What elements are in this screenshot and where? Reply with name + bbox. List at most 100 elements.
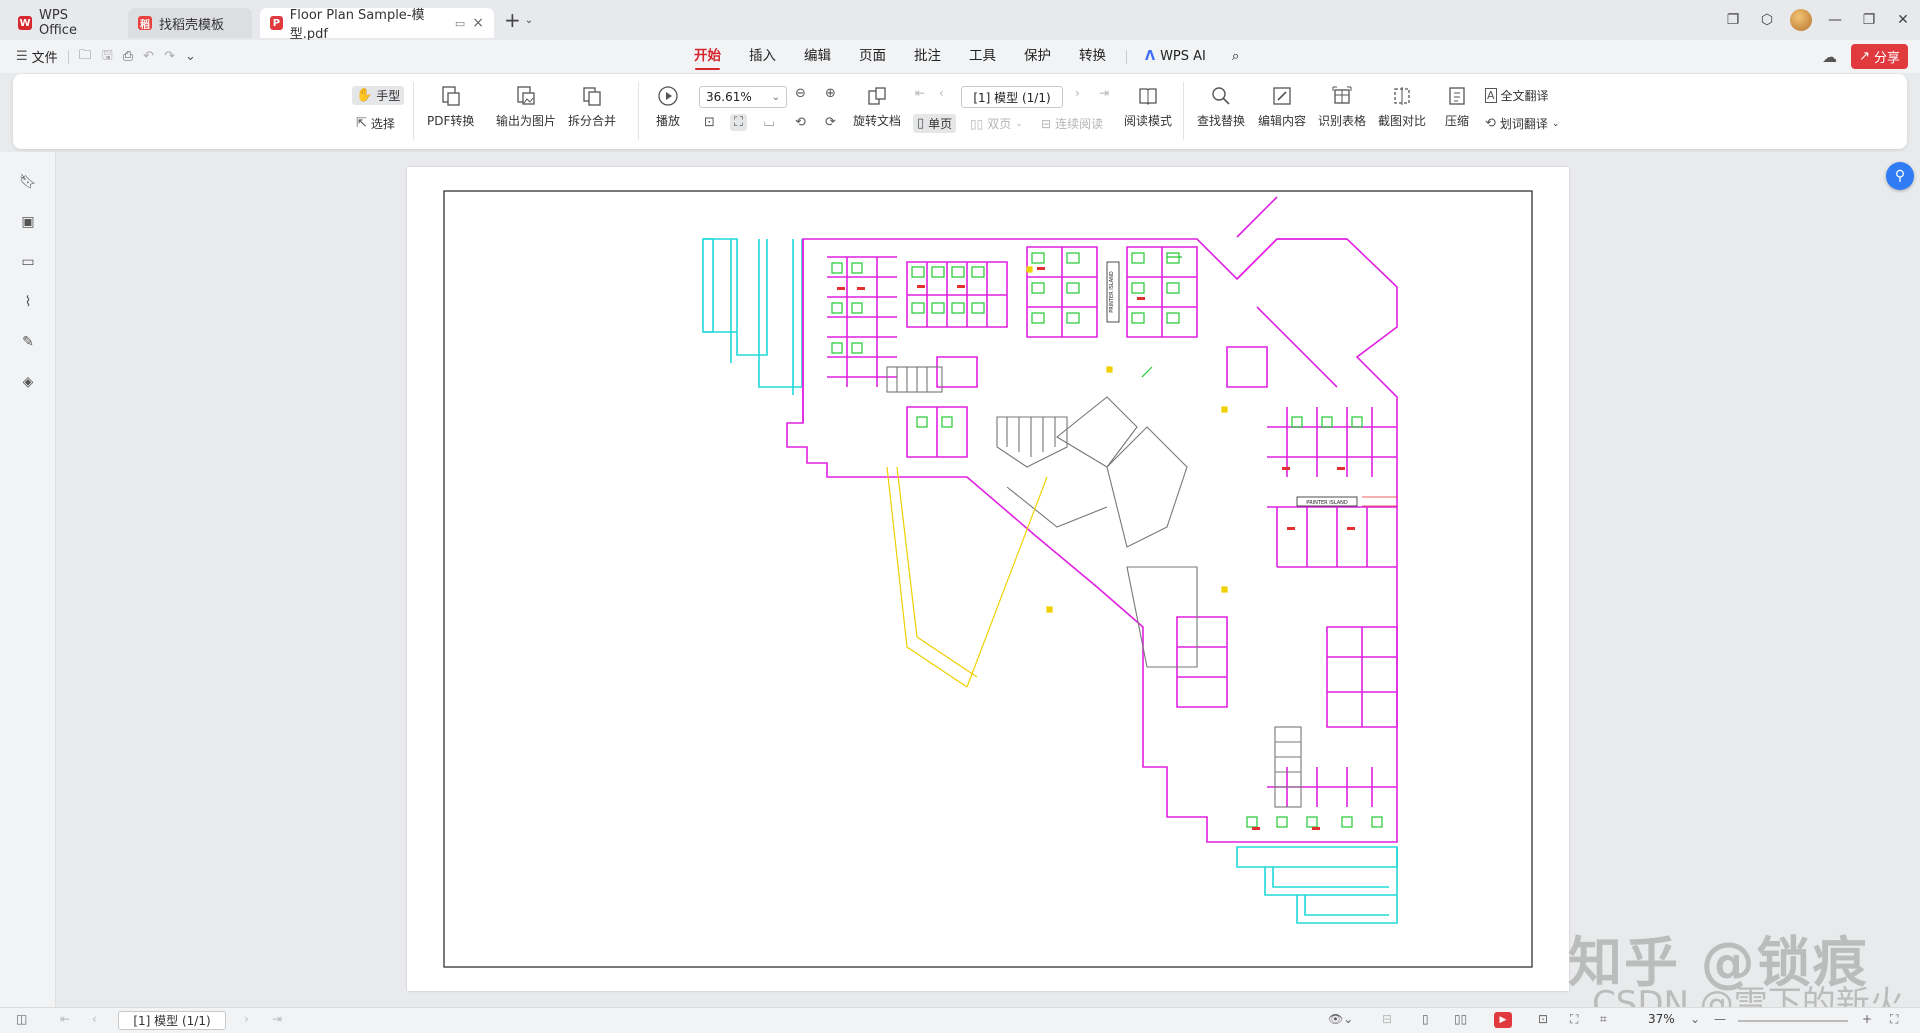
first-page-icon[interactable]: ⇤: [915, 86, 925, 100]
sidebar-toggle-icon[interactable]: ◫: [16, 1012, 27, 1026]
undo-icon[interactable]: ↶: [143, 49, 154, 64]
zoom-out-icon[interactable]: —: [1714, 1012, 1726, 1026]
edit-content-label: 编辑内容: [1258, 114, 1307, 128]
link-float-button[interactable]: ⚲: [1886, 162, 1914, 190]
chevron-down-icon[interactable]: ⌄: [1690, 1012, 1700, 1026]
tab-edit[interactable]: 编辑: [790, 40, 845, 73]
last-page-icon[interactable]: ⇥: [1099, 86, 1109, 100]
compress-button[interactable]: 压缩: [1445, 84, 1469, 129]
zoom-select[interactable]: 36.61% ⌄: [699, 86, 787, 108]
tab-convert[interactable]: 转换: [1065, 40, 1120, 73]
zoom-slider[interactable]: [1738, 1020, 1848, 1022]
tab-home[interactable]: 开始: [680, 40, 735, 73]
hamburger-icon[interactable]: ☰: [16, 49, 28, 64]
attachment-icon[interactable]: ⌇: [18, 292, 38, 312]
tab-wps-office[interactable]: W WPS Office: [8, 8, 120, 38]
avatar[interactable]: [1790, 9, 1812, 31]
tab-annotate[interactable]: 批注: [900, 40, 955, 73]
search-icon: [1209, 84, 1233, 108]
close-icon[interactable]: ✕: [1886, 12, 1920, 28]
next-page-icon[interactable]: ›: [1075, 86, 1080, 100]
signature-icon[interactable]: ✎: [18, 332, 38, 352]
restore-layout-icon[interactable]: ❐: [1716, 12, 1750, 28]
maximize-icon[interactable]: ❐: [1852, 12, 1886, 28]
crop-icon[interactable]: ⌗: [1600, 1012, 1607, 1027]
status-zoom-value[interactable]: 37%: [1648, 1012, 1675, 1026]
layers-icon[interactable]: ◈: [18, 372, 38, 392]
search-icon[interactable]: ⌕: [1218, 40, 1254, 73]
wps-logo-icon: W: [18, 16, 32, 30]
tab-tools[interactable]: 工具: [955, 40, 1010, 73]
tab-insert[interactable]: 插入: [735, 40, 790, 73]
word-translate-button[interactable]: ⟲ 划词翻译 ⌄: [1485, 115, 1559, 132]
print-icon[interactable]: ⎙: [123, 49, 133, 64]
file-menu[interactable]: 文件: [32, 47, 58, 66]
tab-wps-ai[interactable]: Ʌ WPS AI: [1133, 49, 1218, 64]
export-image-label: 输出为图片: [496, 114, 557, 128]
fit-page-icon[interactable]: ⛶: [1570, 1012, 1578, 1027]
thumbnail-icon[interactable]: ▣: [18, 212, 38, 232]
eye-icon[interactable]: 👁︎⌄: [1328, 1012, 1353, 1026]
double-page-view-icon[interactable]: ▯▯: [1454, 1012, 1467, 1026]
single-page-view-icon[interactable]: ▯: [1422, 1012, 1429, 1026]
tab-page[interactable]: 页面: [845, 40, 900, 73]
prev-page-icon[interactable]: ‹: [939, 86, 944, 100]
prev-page-icon[interactable]: ‹: [92, 1012, 97, 1026]
close-tab-icon[interactable]: ×: [472, 15, 484, 31]
select-tool-button[interactable]: ⇱ 选择: [356, 115, 395, 132]
bookmark-icon[interactable]: 🔖︎: [18, 172, 38, 192]
find-replace-button[interactable]: 查找替换: [1197, 84, 1245, 129]
fit-page-icon[interactable]: ⛶: [730, 114, 748, 131]
status-page-input[interactable]: [1] 模型 (1/1): [118, 1011, 226, 1030]
chevron-down-icon[interactable]: ⌄: [525, 15, 533, 26]
screen-icon[interactable]: ▭: [455, 17, 465, 30]
redo-icon[interactable]: ↷: [164, 49, 175, 64]
rotate-left-icon[interactable]: ⟲: [795, 115, 806, 130]
tab-docer-templates[interactable]: 稻 找稻壳模板: [128, 8, 252, 38]
screenshot-compare-button[interactable]: 截图对比: [1378, 84, 1426, 129]
hand-tool-button[interactable]: ✋ 手型: [352, 86, 405, 105]
play-button[interactable]: 播放: [656, 84, 680, 129]
comment-icon[interactable]: ▭: [18, 252, 38, 272]
last-page-icon[interactable]: ⇥: [272, 1012, 282, 1026]
tab-floor-plan-pdf[interactable]: P Floor Plan Sample-模型.pdf ▭ ×: [260, 8, 494, 42]
double-page-button[interactable]: ▯▯ 双页 ⌄: [970, 115, 1023, 132]
chevron-down-icon: ⌄: [771, 91, 780, 103]
read-mode-button[interactable]: 阅读模式: [1124, 84, 1172, 129]
single-page-button[interactable]: ▯ 单页: [913, 114, 957, 133]
split-merge-button[interactable]: 拆分合并: [568, 84, 616, 129]
page-number-input[interactable]: [1] 模型 (1/1): [961, 86, 1063, 108]
recognize-table-button[interactable]: 识别表格: [1318, 84, 1366, 129]
chevron-down-icon[interactable]: ⌄: [185, 49, 196, 64]
rotate-document-label: 旋转文档: [853, 114, 902, 128]
zoom-in-icon[interactable]: ⊕: [825, 86, 836, 101]
fit-width-icon[interactable]: ⊡: [1538, 1012, 1548, 1026]
save-icon[interactable]: 🖫: [102, 46, 113, 68]
share-button[interactable]: ↗ 分享: [1851, 44, 1908, 69]
rotate-right-icon[interactable]: ⟳: [825, 115, 836, 130]
translate-icon: A: [1485, 88, 1497, 103]
continuous-view-icon[interactable]: ⊟: [1382, 1012, 1392, 1026]
rotate-document-button[interactable]: 旋转文档: [853, 84, 901, 129]
open-folder-icon[interactable]: 🗀: [79, 46, 92, 68]
cube-icon[interactable]: ⬡: [1750, 12, 1784, 28]
edit-content-button[interactable]: 编辑内容: [1258, 84, 1306, 129]
tab-protect[interactable]: 保护: [1010, 40, 1065, 73]
zoom-in-icon[interactable]: +: [1862, 1012, 1872, 1026]
cloud-upload-icon[interactable]: ☁: [1822, 48, 1837, 66]
full-translate-button[interactable]: A 全文翻译: [1485, 87, 1549, 104]
first-page-icon[interactable]: ⇤: [60, 1012, 70, 1026]
export-image-button[interactable]: 输出为图片: [496, 84, 556, 129]
minimize-icon[interactable]: —: [1818, 12, 1852, 28]
fit-width-icon[interactable]: ⌴: [764, 115, 774, 130]
play-icon[interactable]: ▶: [1494, 1012, 1512, 1028]
actual-size-icon[interactable]: ⊡: [704, 115, 715, 130]
continuous-read-button[interactable]: ⊟ 连续阅读: [1041, 115, 1103, 132]
fullscreen-icon[interactable]: ⛶: [1890, 1012, 1898, 1027]
zoom-out-icon[interactable]: ⊖: [795, 86, 806, 101]
wps-ai-icon: Ʌ: [1145, 49, 1156, 64]
next-page-icon[interactable]: ›: [244, 1012, 249, 1026]
new-tab-button[interactable]: +: [504, 8, 521, 32]
pdf-convert-button[interactable]: PDF转换: [427, 84, 474, 129]
wps-ai-label: WPS AI: [1160, 49, 1206, 64]
